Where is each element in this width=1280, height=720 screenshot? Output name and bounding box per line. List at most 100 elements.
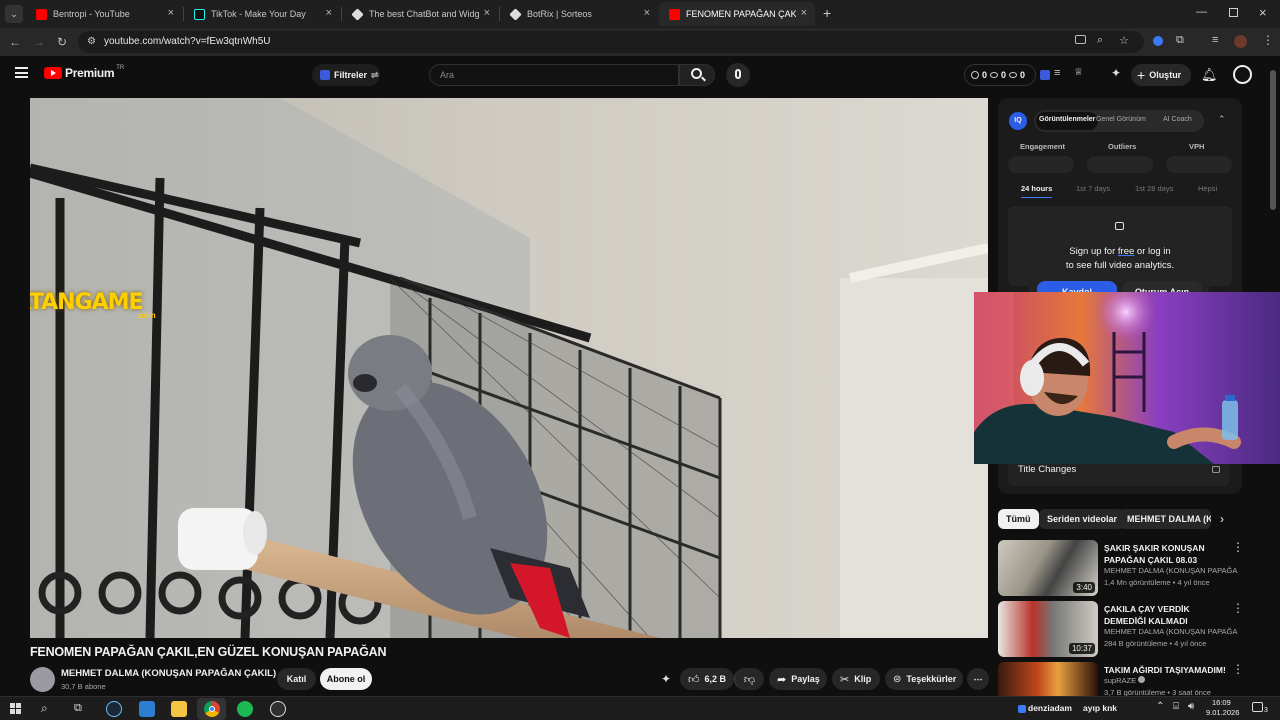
video-thumbnail[interactable]: 10:37 — [998, 601, 1098, 657]
recommendation-item[interactable]: 3:40 ŞAKIR ŞAKIR KONUŞAN PAPAĞAN ÇAKIL 0… — [998, 540, 1244, 596]
browser-tab[interactable]: The best ChatBot and Widgets × — [342, 2, 498, 26]
video-player[interactable]: VATANGAME .com — [30, 98, 988, 638]
video-thumbnail[interactable] — [998, 662, 1098, 696]
channel-avatar[interactable] — [30, 667, 55, 692]
hamburger-menu-icon[interactable] — [15, 67, 28, 78]
file-explorer-icon[interactable] — [171, 701, 187, 717]
minimize-icon[interactable]: — — [1196, 6, 1207, 18]
forward-icon[interactable]: → — [33, 36, 45, 48]
tray-chevron-icon[interactable]: ⌃ — [1156, 701, 1164, 712]
join-button[interactable]: Katıl — [277, 668, 316, 690]
taskbar-search-icon[interactable]: ⌕ — [41, 701, 48, 716]
free-link[interactable]: free — [1118, 246, 1134, 257]
kebab-menu-icon[interactable]: ⋮ — [1232, 601, 1244, 615]
spotify-icon[interactable] — [237, 701, 253, 717]
chip-channel[interactable]: MEHMET DALMA (KO — [1119, 509, 1211, 529]
address-bar[interactable]: ⚙ youtube.com/watch?v=fEw3qtnWh5U ⌕ ☆ — [78, 31, 1144, 53]
chip-series-videos[interactable]: Seriden videolar — [1039, 509, 1126, 529]
extension-puzzle-icon[interactable]: ✦ — [1111, 66, 1121, 80]
browser-tab[interactable]: Bentropi - YouTube × — [26, 2, 182, 26]
task-view-icon[interactable]: ⧉ — [74, 702, 82, 715]
youtube-logo[interactable]: Premium TR — [44, 65, 124, 80]
video-thumbnail[interactable]: 3:40 — [998, 540, 1098, 596]
range-28d[interactable]: 1st 28 days — [1135, 184, 1173, 193]
more-actions-button[interactable]: ⋯ — [967, 668, 989, 690]
thanks-button[interactable]: ⊜ Teşekkürler — [885, 668, 963, 690]
chips-next-chevron-icon[interactable]: › — [1220, 512, 1224, 526]
recommendation-item[interactable]: 10:37 ÇAKILA ÇAY VERDİK DEMEDİĞİ KALMADI… — [998, 601, 1244, 657]
metric-engagement-label: Engagement — [1020, 142, 1066, 151]
reading-list-icon[interactable]: ≡ — [1212, 34, 1218, 46]
volume-icon[interactable]: 🔊︎ — [1188, 701, 1194, 712]
account-avatar[interactable] — [1233, 65, 1252, 84]
range-all[interactable]: Hepsi — [1198, 184, 1217, 193]
sliders-icon: ⇌ — [371, 69, 379, 80]
close-tab-icon[interactable]: × — [484, 7, 490, 19]
botrix-favicon-icon — [351, 7, 364, 21]
trophy-icon[interactable]: ♕ — [1074, 67, 1083, 78]
recommendation-item[interactable]: TAKIM AĞIRDI TAŞIYAMADIM! supRAZE 3,7 B … — [998, 662, 1244, 696]
close-window-icon[interactable]: × — [1259, 5, 1267, 20]
extension-badge-icon[interactable] — [1040, 70, 1050, 80]
like-button[interactable]: 👍︎ 6,2 B — [680, 668, 734, 690]
filters-button[interactable]: Filtreler ⇌ — [312, 64, 380, 86]
chrome-menu-icon[interactable]: ⋮ — [1262, 33, 1274, 47]
windows-start-icon[interactable] — [10, 703, 21, 714]
clock-date[interactable]: 9.01.2026 — [1206, 708, 1239, 717]
voice-search-button[interactable] — [726, 63, 750, 87]
clip-button[interactable]: ✂ Klip — [832, 668, 880, 690]
search-placeholder: Ara — [440, 70, 455, 80]
browser-tab[interactable]: BotRix | Sorteos × — [500, 2, 658, 26]
collapse-chevron-icon[interactable]: ⌃ — [1218, 114, 1226, 125]
tab-search-button[interactable]: ⌄ — [5, 5, 23, 23]
user-badge-icon — [1018, 705, 1026, 713]
stats-widget[interactable]: 0 0 0 — [964, 64, 1036, 86]
youtube-favicon-icon — [36, 8, 47, 20]
obs-icon[interactable] — [270, 701, 286, 717]
range-24h[interactable]: 24 hours — [1021, 184, 1053, 198]
extension-action-icon[interactable]: ✦ — [661, 672, 671, 686]
extensions-puzzle-icon[interactable]: ⧉ — [1176, 34, 1184, 47]
bookmark-star-icon[interactable]: ☆ — [1119, 34, 1129, 47]
tab-ai-coach[interactable]: AI Coach — [1163, 116, 1192, 123]
close-tab-icon[interactable]: × — [801, 7, 807, 19]
kebab-menu-icon[interactable]: ⋮ — [1232, 540, 1244, 554]
chip-all[interactable]: Tümü — [998, 509, 1039, 529]
dislike-button[interactable]: 👎︎ — [734, 668, 764, 690]
list-icon[interactable]: ≡ — [1054, 67, 1060, 79]
create-button[interactable]: + Oluştur — [1131, 64, 1191, 86]
network-icon[interactable]: ⌸ — [1173, 701, 1179, 712]
tab-title: FENOMEN PAPAĞAN ÇAKIL,EN — [686, 9, 796, 19]
reload-icon[interactable]: ↻ — [57, 36, 67, 48]
subscribe-button[interactable]: Abone ol — [320, 668, 372, 690]
clock-time[interactable]: 16:09 — [1212, 698, 1231, 707]
kebab-menu-icon[interactable]: ⋮ — [1232, 662, 1244, 676]
page-scrollbar[interactable] — [1270, 70, 1276, 210]
notification-center-icon[interactable] — [1252, 702, 1263, 712]
browser-toolbar: ← → ↻ ⚙ youtube.com/watch?v=fEw3qtnWh5U … — [0, 28, 1280, 56]
close-tab-icon[interactable]: × — [326, 7, 332, 19]
restore-icon[interactable] — [1229, 8, 1238, 17]
search-input[interactable]: Ara — [429, 64, 679, 86]
steam-icon[interactable] — [106, 701, 122, 717]
close-tab-icon[interactable]: × — [168, 7, 174, 19]
profile-avatar[interactable] — [1234, 35, 1247, 48]
browser-tab-active[interactable]: FENOMEN PAPAĞAN ÇAKIL,EN × — [659, 2, 815, 26]
channel-name[interactable]: MEHMET DALMA (KONUŞAN PAPAĞAN ÇAKIL) — [61, 668, 276, 679]
tab-overview[interactable]: Genel Görünüm — [1096, 116, 1146, 123]
browser-tab[interactable]: TikTok - Make Your Day × — [184, 2, 340, 26]
zoom-icon[interactable]: ⌕ — [1097, 34, 1103, 47]
tab-views[interactable]: Görüntülenmeler — [1036, 112, 1099, 130]
store-icon[interactable] — [139, 701, 155, 717]
new-tab-icon[interactable]: + — [823, 5, 831, 21]
extension-icon[interactable] — [1153, 36, 1163, 46]
cast-icon[interactable] — [1075, 35, 1086, 44]
url-text[interactable]: youtube.com/watch?v=fEw3qtnWh5U — [104, 36, 270, 47]
notifications-bell-icon[interactable]: 🔔︎ — [1201, 67, 1218, 83]
range-7d[interactable]: 1st 7 days — [1076, 184, 1110, 193]
share-button[interactable]: ➦ Paylaş — [769, 668, 827, 690]
close-tab-icon[interactable]: × — [644, 7, 650, 19]
back-icon[interactable]: ← — [9, 36, 21, 48]
site-info-icon[interactable]: ⚙ — [87, 36, 96, 47]
search-button[interactable] — [679, 64, 715, 86]
